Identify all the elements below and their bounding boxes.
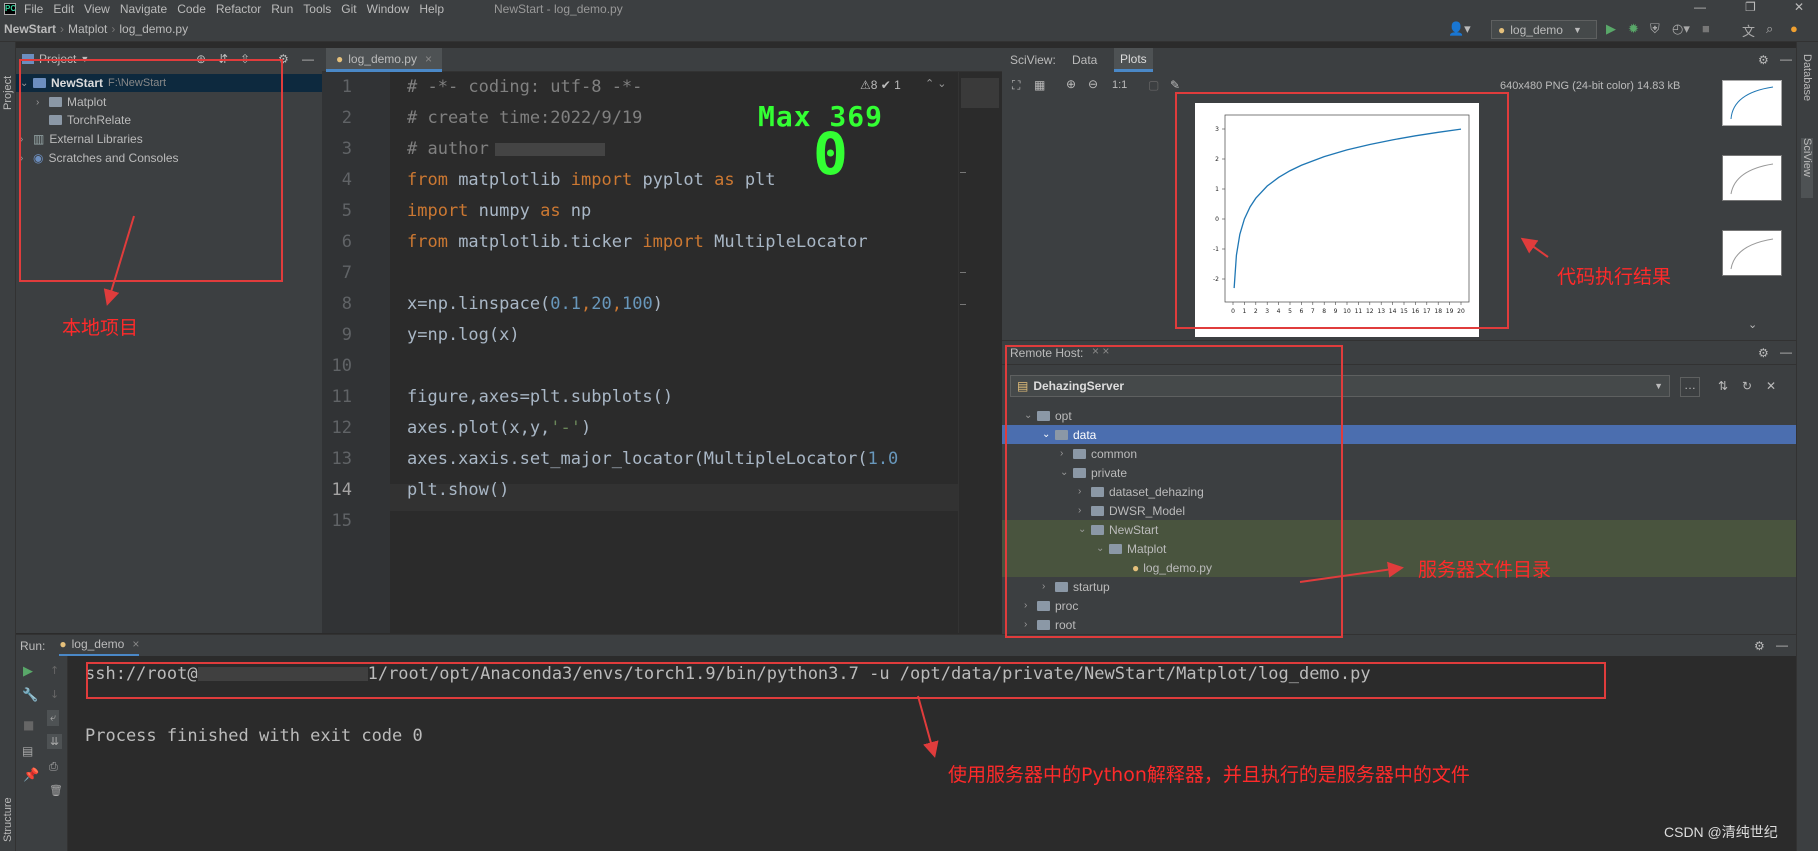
- annotation-code-result: 代码执行结果: [1557, 266, 1672, 288]
- watermark: CSDN @清纯世纪: [1664, 824, 1778, 840]
- arrow-local-project: [103, 215, 135, 306]
- arrow-code-result: [1520, 237, 1549, 258]
- annotation-interpreter: 使用服务器中的Python解释器，并且执行的是服务器中的文件: [948, 764, 1470, 786]
- arrow-server-dir: [1299, 561, 1404, 583]
- annotation-arrows: [103, 215, 1549, 758]
- annotation-server-dir: 服务器文件目录: [1418, 559, 1552, 581]
- annotation-local-project: 本地项目: [62, 317, 139, 339]
- arrow-interpreter: [917, 695, 939, 758]
